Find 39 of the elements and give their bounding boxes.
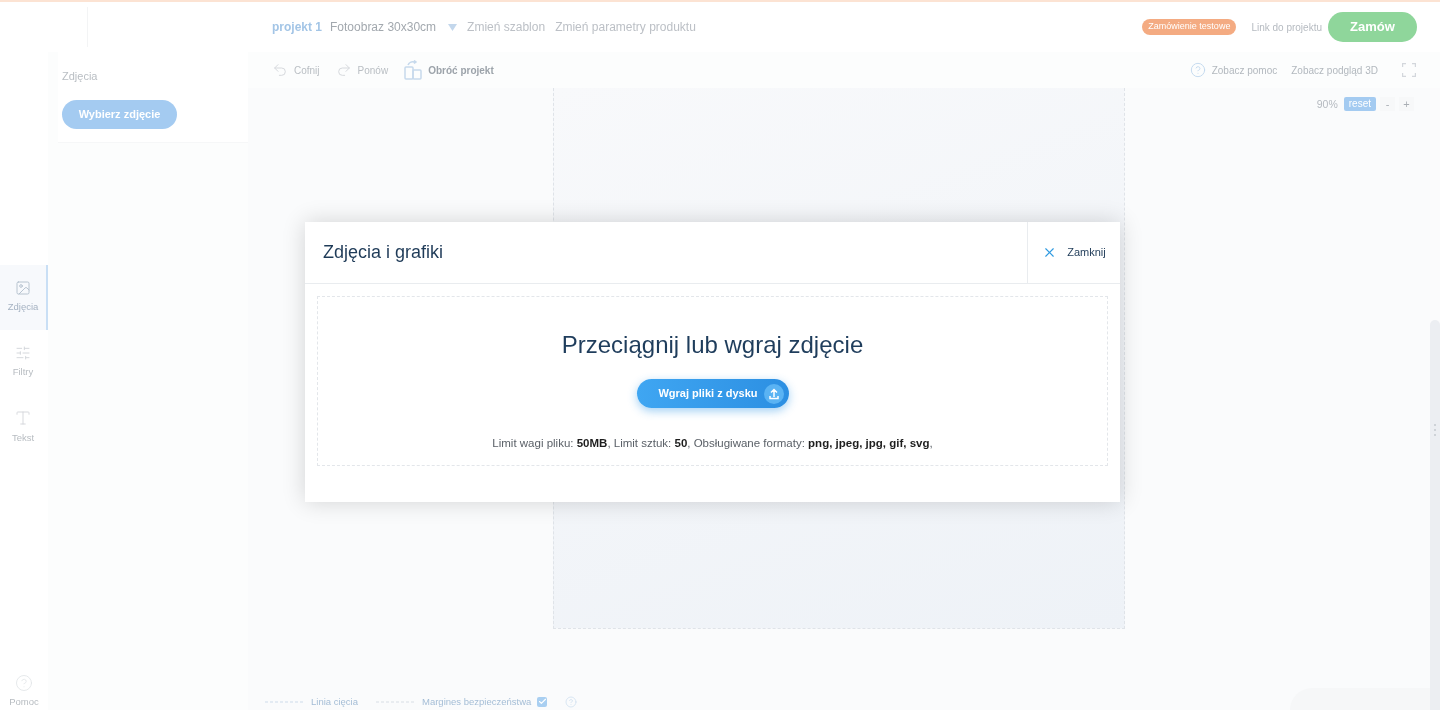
choose-photo-button[interactable]: Wybierz zdjęcie xyxy=(62,99,177,129)
zoom-reset-button[interactable]: reset xyxy=(1343,97,1376,111)
check-icon xyxy=(537,697,547,707)
fullscreen-icon[interactable] xyxy=(1402,63,1416,77)
drop-zone[interactable]: Przeciągnij lub wgraj zdjęcie Wgraj pliki z dysku Limit wagi pliku: 50MB, Limit sztuk: 50, Obsługiwane formaty: png, jpeg, jpg, gif, svg, xyxy=(317,296,1108,466)
order-button[interactable]: Zamów xyxy=(1328,12,1417,42)
toolbar-link[interactable]: Zobacz pomoc xyxy=(1189,62,1278,78)
sliders-icon xyxy=(15,345,31,362)
drop-heading: Przeciągnij lub wgraj zdjęcie xyxy=(561,330,864,360)
rail-tab[interactable]: Zdjęcia xyxy=(0,265,48,330)
upload-limits-text: Limit wagi pliku: 50MB, Limit sztuk: 50, Obsługiwane formaty: png, jpeg, jpg, gif, svg, xyxy=(492,436,933,451)
undo-icon xyxy=(272,62,288,78)
dialog-title: Zdjęcia i grafiki xyxy=(323,241,444,264)
legend-label: Linia cięcia xyxy=(311,694,358,709)
project-link[interactable]: Link do projektu xyxy=(1251,19,1322,35)
test-order-badge: Zamówienie testowe xyxy=(1142,19,1237,35)
legend-label: Margines bezpieczeństwa xyxy=(422,694,532,709)
scrollbar-thumb[interactable] xyxy=(1430,320,1440,710)
product-name[interactable]: Fotoobraz 30x30cm xyxy=(330,18,437,36)
toolbar-button[interactable]: Obróć projekt xyxy=(404,60,494,80)
project-name: projekt 1 xyxy=(272,19,322,36)
toolbar-link[interactable]: Zobacz podgląd 3D xyxy=(1291,62,1378,78)
image-icon xyxy=(15,280,31,297)
upload-button[interactable]: Wgraj pliki z dysku xyxy=(636,379,789,408)
help-icon xyxy=(15,673,33,692)
header-link[interactable]: Zmień parametry produktu xyxy=(555,18,696,36)
rotate-icon xyxy=(404,60,423,80)
help-icon[interactable] xyxy=(565,695,578,708)
panel-title: Zdjęcia xyxy=(62,69,99,84)
upload-icon xyxy=(763,383,784,404)
close-button[interactable]: Zamknij xyxy=(1027,222,1120,283)
margin-checkbox[interactable] xyxy=(537,696,548,707)
help-rail-button[interactable]: Pomoc xyxy=(0,673,48,710)
zoom-value: 90% xyxy=(1316,97,1338,111)
caret-icon[interactable] xyxy=(448,23,458,31)
redo-icon xyxy=(335,62,352,78)
text-icon xyxy=(14,409,32,428)
help-icon xyxy=(1189,62,1206,78)
header-link[interactable]: Zmień szablon xyxy=(467,18,546,36)
